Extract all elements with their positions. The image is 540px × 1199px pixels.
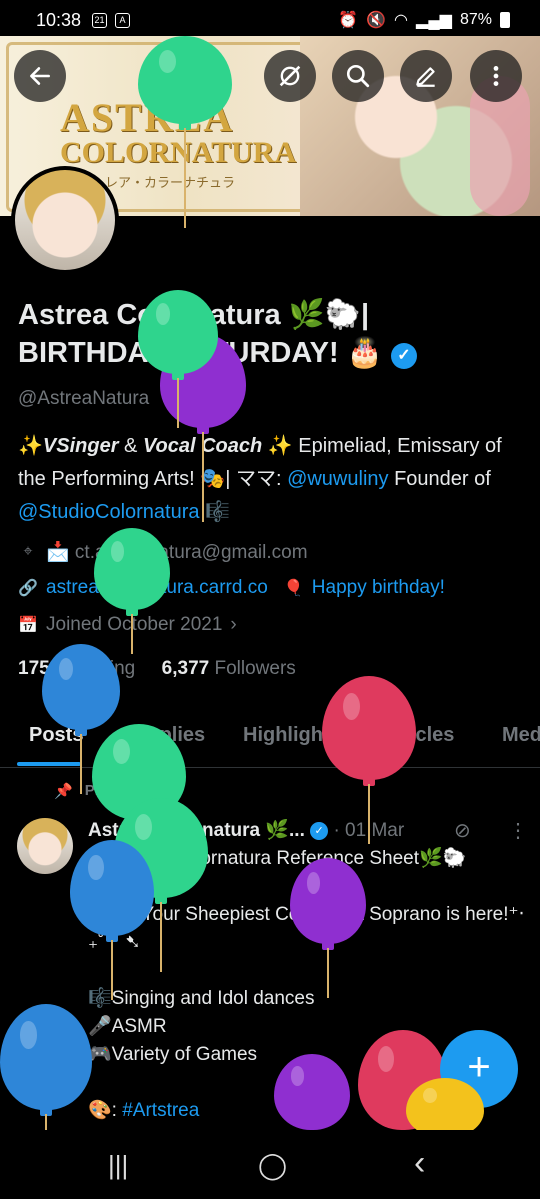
- balloon-icon: 🎈: [283, 580, 304, 597]
- pencil-icon: [416, 67, 435, 87]
- search-button[interactable]: [332, 50, 384, 102]
- battery-percent: 87%: [459, 11, 492, 28]
- birthday-balloon: [0, 1004, 92, 1134]
- chevron-right-icon[interactable]: ›: [230, 614, 236, 636]
- birthday-balloon: [290, 858, 366, 998]
- system-nav-bar: ||| ◯ ‹: [0, 1130, 540, 1199]
- bio-end: 🎼: [199, 501, 230, 523]
- profile-joined: Joined October 2021: [46, 614, 223, 635]
- system-back-button[interactable]: ‹: [414, 1144, 425, 1183]
- notification-icon: A: [115, 13, 130, 28]
- location-pin-icon: ⌖: [23, 543, 33, 560]
- battery-icon: [500, 12, 510, 28]
- mute-button[interactable]: [264, 50, 316, 102]
- mute-icon: 🔇: [366, 12, 387, 29]
- tweet-mute-icon[interactable]: ⊘: [454, 818, 471, 843]
- search-icon: [346, 64, 370, 88]
- followers-count: 6,377: [161, 658, 210, 679]
- birthday-balloon: [70, 840, 154, 1000]
- bio-sparkle: ✨: [18, 435, 43, 457]
- profile-links-row: 🔗 astreacolornatura.carrd.co 🎈 Happy bir…: [18, 577, 445, 599]
- eye-slash-icon: [279, 65, 301, 87]
- more-vertical-icon: [493, 66, 499, 86]
- alarm-icon: ⏰: [338, 12, 359, 29]
- calendar-icon: 21: [92, 13, 107, 28]
- followers-label: Followers: [214, 658, 296, 679]
- bio-mention-wuwuliny[interactable]: @wuwuliny: [287, 468, 388, 490]
- profile-birthday[interactable]: Happy birthday!: [312, 577, 445, 599]
- bio-vsinger: VSinger: [42, 435, 119, 457]
- profile-email: 📩 ct.astreanatura@gmail.com: [46, 542, 308, 563]
- profile-joined-row: 📅 Joined October 2021 ›: [18, 614, 237, 636]
- bio-mention-studio[interactable]: @StudioColornatura: [18, 501, 200, 523]
- signal-icon: ▂▄▆: [416, 12, 452, 29]
- profile-handle: @AstreaNatura: [18, 388, 150, 409]
- bio-founder: Founder of: [388, 468, 491, 490]
- arrow-left-icon: [30, 67, 50, 85]
- birthday-balloon: [42, 644, 120, 794]
- status-time: 10:38: [36, 10, 82, 30]
- birthday-balloon: [322, 676, 416, 844]
- verified-badge-icon[interactable]: ✓: [390, 343, 417, 369]
- status-right: ⏰ 🔇 ◠ ▂▄▆ 87%: [338, 10, 510, 30]
- birthday-balloon: [138, 36, 232, 228]
- followers-link[interactable]: 6,377 Followers: [162, 658, 296, 679]
- home-button[interactable]: ◯: [258, 1150, 287, 1181]
- tweet-hashtag[interactable]: #Artstrea: [122, 1100, 199, 1121]
- back-button[interactable]: [14, 50, 66, 102]
- profile-name: Astrea Colornatura 🌿🐑| BIRTHDAY SATURDAY…: [18, 296, 518, 372]
- wifi-icon: ◠: [394, 12, 409, 29]
- tweet-date[interactable]: 01 Mar: [345, 820, 404, 841]
- more-button[interactable]: [470, 50, 522, 102]
- bio-amp: &: [118, 435, 143, 457]
- recents-button[interactable]: |||: [108, 1150, 128, 1181]
- profile-bio: ✨VSinger & Vocal Coach ✨ Epimeliad, Emis…: [18, 430, 533, 529]
- birthday-balloon: [406, 1078, 484, 1138]
- calendar-icon: 📅: [18, 617, 38, 634]
- birthday-balloon: [274, 1054, 350, 1130]
- tweet-verified-icon: ✓: [310, 822, 329, 840]
- banner-logo-line2: COLORNATURA: [60, 136, 297, 169]
- birthday-balloon: [94, 528, 170, 654]
- profile-avatar[interactable]: [11, 166, 119, 274]
- edit-button[interactable]: [400, 50, 452, 102]
- tab-media[interactable]: Media: [502, 724, 540, 747]
- tweet-more-icon[interactable]: ⋮: [508, 818, 528, 843]
- pin-icon: 📌: [54, 783, 73, 800]
- status-bar: 10:38 21 A ⏰ 🔇 ◠ ▂▄▆ 87%: [0, 0, 540, 40]
- active-tab-indicator: [17, 762, 81, 766]
- tweet-avatar[interactable]: [17, 818, 73, 874]
- profile-name-line1: Astrea Colornatura 🌿🐑|: [18, 299, 370, 331]
- link-icon: 🔗: [18, 580, 38, 597]
- tweet-dot: ·: [333, 820, 340, 841]
- birthday-balloon: [138, 290, 218, 428]
